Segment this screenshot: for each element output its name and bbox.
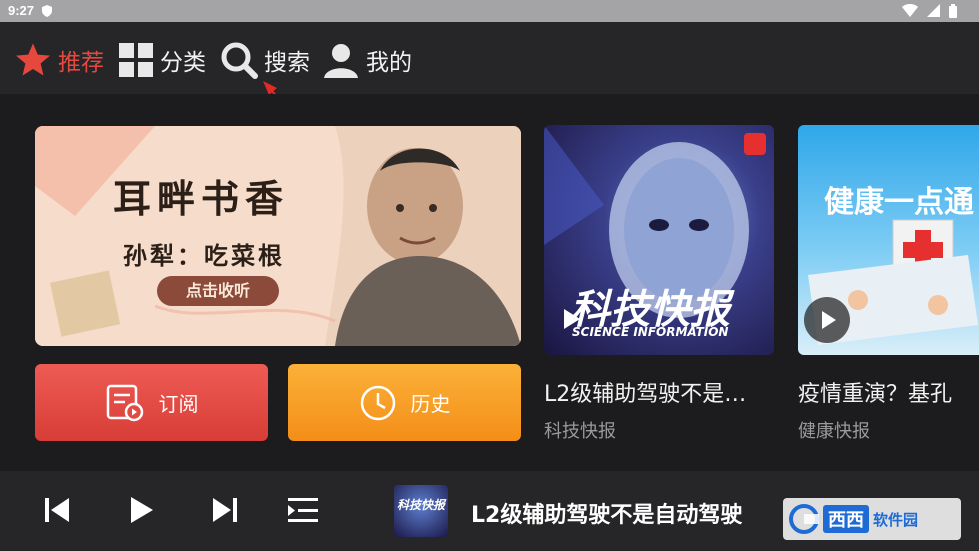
play-icon[interactable] — [131, 497, 153, 523]
watermark-brand: 西西 — [823, 505, 869, 533]
battery-icon — [949, 4, 957, 18]
banner-title: 耳畔书香 — [113, 176, 290, 221]
featured-banner[interactable]: 耳畔书香 孙犁：吃菜根 点击收听 — [35, 126, 521, 346]
now-playing-art[interactable]: 科技快报 — [394, 485, 448, 537]
nav-label-mine: 我的 — [366, 50, 412, 76]
nav-item-recommend[interactable]: 推荐 — [14, 40, 104, 80]
album1-name[interactable]: L2级辅助驾驶不是… — [544, 376, 779, 408]
album2-cover-title: 健康一点通 — [824, 185, 974, 220]
status-icons — [897, 4, 957, 19]
next-icon[interactable] — [211, 497, 237, 523]
nav-label-category: 分类 — [160, 50, 206, 76]
status-bar: 9:27 — [0, 0, 979, 22]
logo-icon — [789, 504, 819, 534]
nav-item-mine[interactable]: 我的 — [322, 40, 412, 80]
nav-item-category[interactable]: 分类 — [118, 40, 206, 80]
banner-listen-button[interactable]: 点击收听 — [157, 276, 279, 306]
star-icon — [16, 43, 50, 76]
player-bar: 科技快报 L2级辅助驾驶不是自动驾驶 西西 软件园 — [0, 471, 979, 551]
shield-icon — [42, 5, 52, 17]
album1-cover-subtitle: SCIENCE INFORMATION — [572, 325, 729, 339]
now-playing-art-text: 科技快报 — [396, 498, 445, 512]
history-button[interactable]: 历史 — [288, 364, 521, 441]
album2-name[interactable]: 疫情重演？基孔 — [798, 376, 979, 408]
banner-subtitle: 孙犁：吃菜根 — [123, 241, 285, 270]
album-card-health[interactable]: 健康一点通 — [798, 125, 979, 355]
album-card-tech[interactable]: 科技快报 SCIENCE INFORMATION — [544, 125, 774, 355]
subscribe-button[interactable]: 订阅 — [35, 364, 268, 441]
grid-icon — [119, 43, 153, 77]
playlist-icon[interactable] — [288, 497, 318, 523]
clock-icon — [360, 385, 395, 420]
main-content: 耳畔书香 孙犁：吃菜根 点击收听 订阅 历史 科技快报 SCIENCE INFO… — [0, 94, 979, 471]
play-icon — [564, 309, 580, 329]
subscribe-label: 订阅 — [158, 392, 199, 416]
watermark-text: 软件园 — [873, 510, 919, 529]
now-playing-title[interactable]: L2级辅助驾驶不是自动驾驶 — [471, 497, 742, 529]
person-icon — [324, 44, 358, 78]
nav-item-search[interactable]: 搜索 — [220, 40, 310, 80]
album2-source: 健康快报 — [798, 421, 870, 442]
previous-icon[interactable] — [45, 497, 71, 523]
album1-source: 科技快报 — [544, 421, 616, 442]
search-icon — [221, 42, 258, 79]
wifi-icon — [901, 4, 918, 17]
play-circle-icon — [804, 297, 850, 343]
nav-label-search: 搜索 — [264, 50, 310, 76]
history-label: 历史 — [410, 392, 451, 416]
top-nav: 推荐 分类 搜索 我的 — [0, 22, 979, 94]
subscribe-icon — [106, 384, 143, 421]
nav-label-recommend: 推荐 — [58, 50, 104, 76]
status-time: 9:27 — [8, 3, 35, 18]
watermark-logo: 西西 软件园 — [783, 498, 961, 540]
signal-icon — [926, 4, 940, 17]
